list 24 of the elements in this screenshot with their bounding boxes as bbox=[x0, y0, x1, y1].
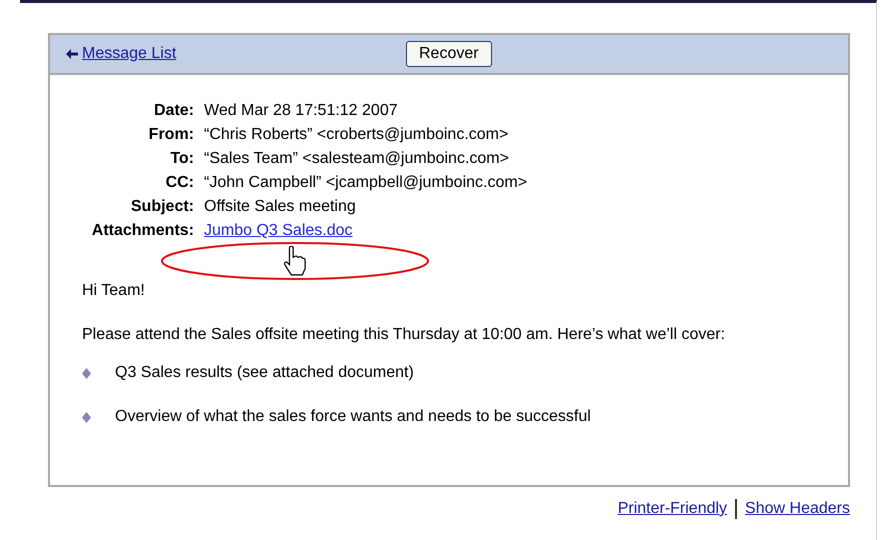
recover-button[interactable]: Recover bbox=[406, 41, 492, 67]
header-label: Subject: bbox=[130, 197, 194, 217]
header-label: From: bbox=[148, 125, 194, 145]
bullet-diamond-icon bbox=[82, 368, 91, 378]
header-value: Offsite Sales meeting bbox=[204, 197, 357, 217]
footer-link[interactable]: Printer-Friendly bbox=[618, 497, 728, 521]
header-value: “Sales Team” <salesteam@jumboinc.com> bbox=[204, 149, 510, 169]
attachment-link[interactable]: Jumbo Q3 Sales.doc bbox=[204, 222, 353, 239]
header-value: “John Campbell” <jcampbell@jumboinc.com> bbox=[204, 173, 528, 193]
header-label: Attachments: bbox=[90, 221, 194, 241]
hand-cursor-icon bbox=[283, 246, 307, 276]
message-list-link[interactable]: Message List bbox=[82, 42, 176, 66]
body-paragraph: Please attend the Sales offsite meeting this Thursday at 10:00 am. Here’s what we’ll cover: bbox=[82, 325, 726, 345]
bullet-text: Overview of what the sales force wants and needs to be successful bbox=[115, 407, 591, 427]
back-arrow-icon bbox=[66, 49, 78, 59]
header-value: Wed Mar 28 17:51:12 2007 bbox=[204, 101, 399, 121]
greeting-text: Hi Team! bbox=[82, 281, 145, 301]
header-label: To: bbox=[169, 149, 194, 169]
header-value: “Chris Roberts” <croberts@jumboinc.com> bbox=[204, 125, 510, 145]
bullet-text: Q3 Sales results (see attached document) bbox=[115, 363, 414, 383]
header-label: Date: bbox=[152, 101, 194, 121]
footer-link[interactable]: Show Headers bbox=[745, 497, 850, 521]
bullet-diamond-icon bbox=[82, 412, 91, 422]
header-label: CC: bbox=[164, 173, 194, 193]
